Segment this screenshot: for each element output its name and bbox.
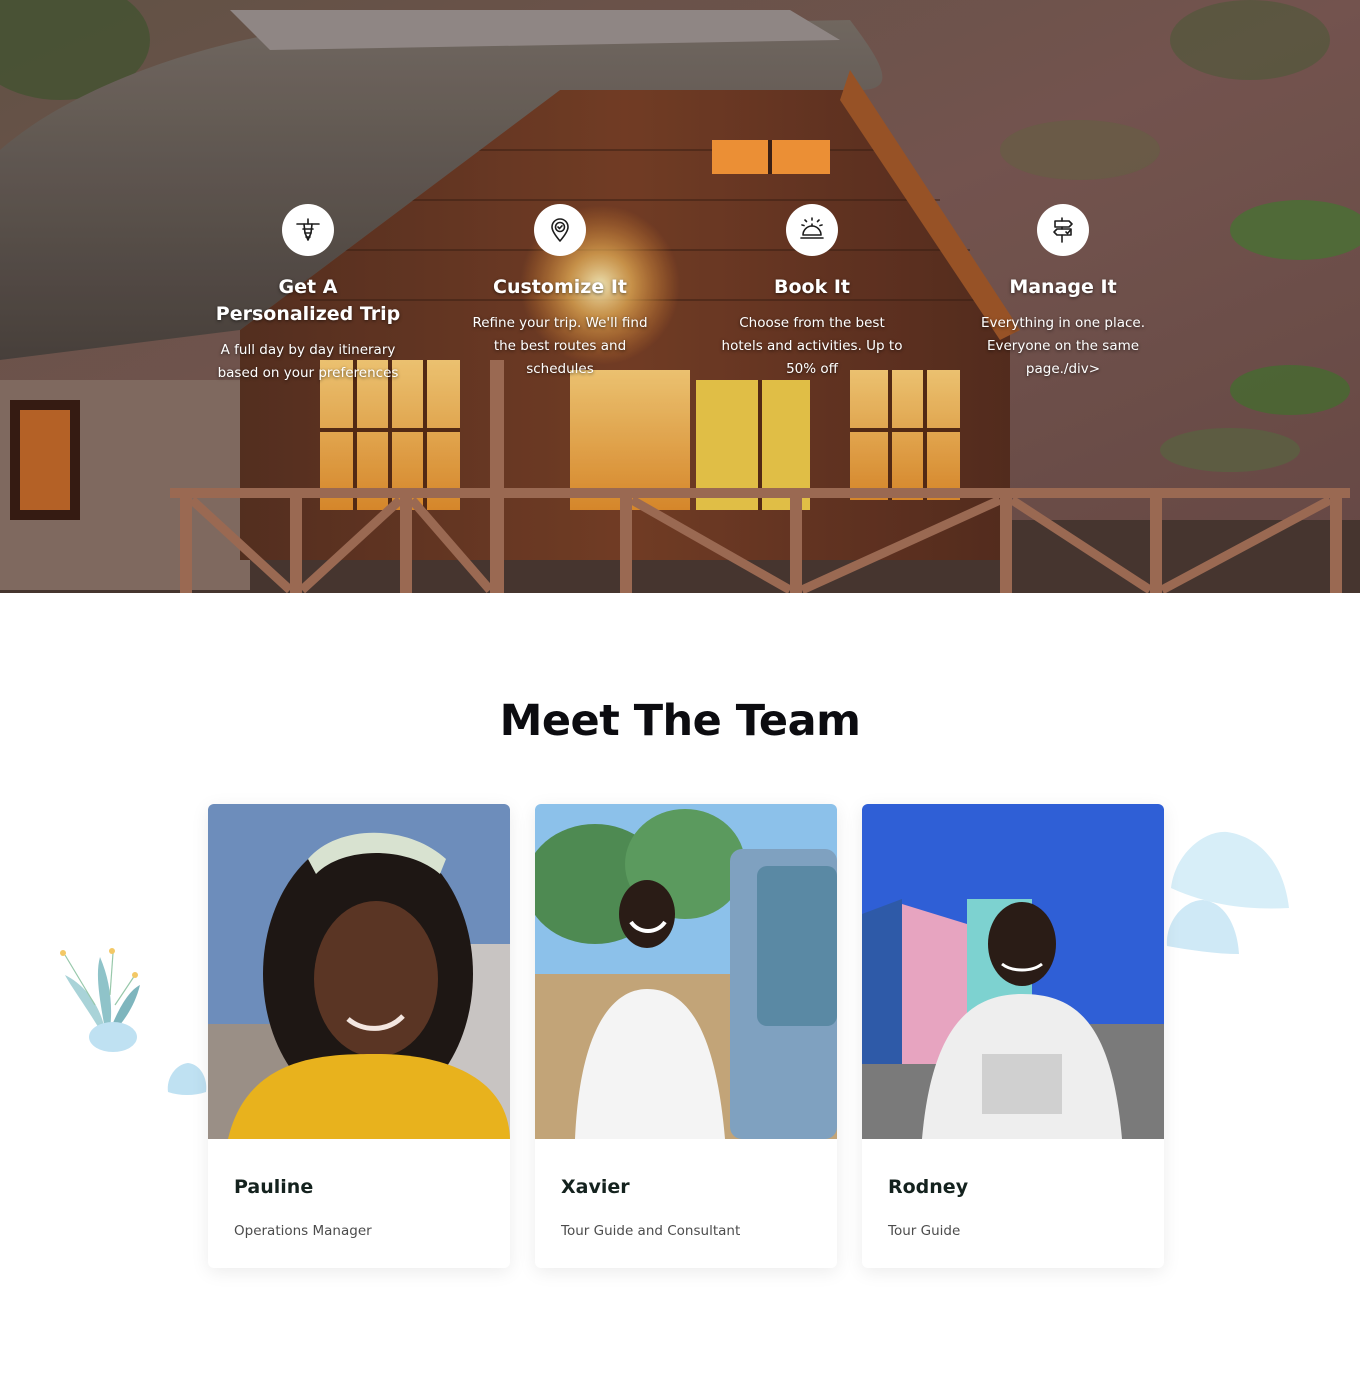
team-member-name: Xavier xyxy=(561,1176,630,1198)
hero-section: Get A Personalized Trip A full day by da… xyxy=(0,0,1360,593)
team-heading: Meet The Team xyxy=(499,696,861,746)
team-member-card[interactable]: Xavier Tour Guide and Consultant xyxy=(535,804,837,1268)
team-member-role: Tour Guide and Consultant xyxy=(561,1223,741,1239)
step-description: A full day by day itinerary based on you… xyxy=(217,342,399,381)
step-book-it: Book It Choose from the best hotels and … xyxy=(686,204,938,381)
rock-decoration-icon xyxy=(167,1063,207,1095)
team-member-name: Rodney xyxy=(888,1176,969,1198)
service-bell-icon xyxy=(786,204,838,256)
team-member-card[interactable]: Pauline Operations Manager xyxy=(208,804,510,1268)
rock-decoration-icon xyxy=(1166,831,1289,954)
team-member-photo xyxy=(862,804,1164,1139)
team-member-photo xyxy=(208,804,510,1139)
step-title-line1: Get A xyxy=(278,276,338,298)
step-title-line2: Personalized Trip xyxy=(215,303,401,325)
airplane-icon xyxy=(282,204,334,256)
step-title-line1: Manage It xyxy=(1009,276,1117,298)
step-get-personalized-trip: Get A Personalized Trip A full day by da… xyxy=(182,204,434,385)
team-member-card[interactable]: Rodney Tour Guide xyxy=(862,804,1164,1268)
plant-decoration-icon xyxy=(60,948,140,1052)
team-member-name: Pauline xyxy=(234,1176,314,1198)
location-pin-icon xyxy=(534,204,586,256)
step-description: Refine your trip. We'll find the best ro… xyxy=(472,315,648,377)
step-manage-it: Manage It Everything in one place. Every… xyxy=(937,204,1189,381)
team-member-photo xyxy=(535,804,837,1139)
step-title-line1: Book It xyxy=(774,276,850,298)
team-member-role: Tour Guide xyxy=(888,1223,961,1239)
step-description: Choose from the best hotels and activiti… xyxy=(721,315,903,377)
team-member-role: Operations Manager xyxy=(234,1223,372,1239)
step-customize-it: Customize It Refine your trip. We'll fin… xyxy=(434,204,686,381)
signpost-icon xyxy=(1037,204,1089,256)
step-description: Everything in one place. Everyone on the… xyxy=(980,315,1145,377)
step-title-line1: Customize It xyxy=(493,276,627,298)
